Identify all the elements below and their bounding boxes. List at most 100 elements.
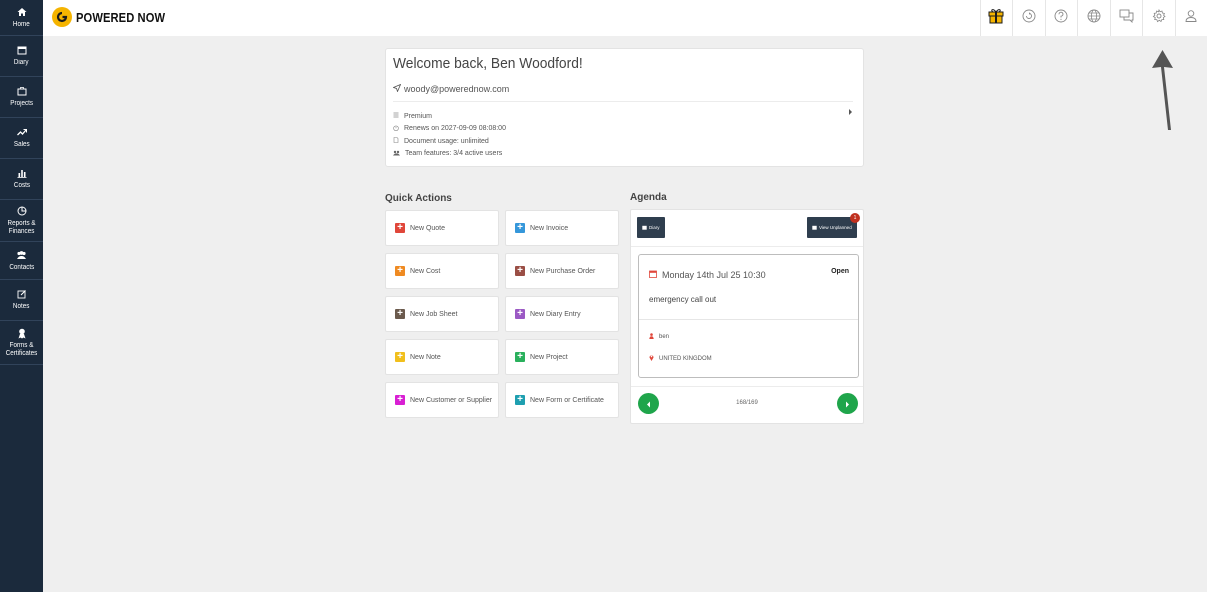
- renewal-row: Renews on 2027-09-09 08:08:00: [393, 123, 506, 136]
- topbar: POWERED NOW: [43, 0, 1207, 36]
- renewal-date: Renews on 2027-09-09 08:08:00: [404, 125, 506, 133]
- plan-name: Premium: [404, 112, 433, 120]
- brand[interactable]: POWERED NOW: [52, 7, 180, 27]
- help-button[interactable]: [1044, 0, 1078, 36]
- plus-icon: +: [395, 223, 405, 233]
- document-usage-row: Document usage: unlimited: [393, 135, 506, 148]
- map-pin-icon: [649, 354, 659, 363]
- welcome-title: Welcome back, Ben Woodford!: [393, 55, 583, 72]
- event-location-row: UNITED KINGDOM: [649, 354, 712, 363]
- new-job-sheet-button[interactable]: + New Job Sheet: [385, 296, 499, 332]
- users-icon: [16, 250, 27, 262]
- new-form-or-certificate-button[interactable]: + New Form or Certificate: [505, 382, 619, 418]
- refresh-button[interactable]: [1012, 0, 1045, 36]
- sidebar-item-label: Sales: [13, 141, 30, 148]
- sidebar-item-label: Contacts: [9, 263, 34, 271]
- list-icon: [393, 112, 404, 120]
- person-icon: [649, 333, 659, 341]
- send-icon: [392, 83, 404, 94]
- home-icon: [17, 7, 27, 19]
- topbar-actions: [979, 0, 1207, 36]
- sidebar: Home Diary Projects Sales Costs Reports …: [0, 0, 43, 592]
- event-person: ben: [659, 334, 670, 340]
- quick-action-label: New Quote: [410, 224, 446, 232]
- sidebar-item-contacts[interactable]: Contacts: [0, 242, 43, 280]
- new-customer-or-supplier-button[interactable]: + New Customer or Supplier: [385, 382, 499, 418]
- subscription-info: Premium Renews on 2027-09-09 08:08:00 Do…: [393, 110, 506, 160]
- chevron-right-icon: [845, 395, 850, 413]
- sidebar-item-forms-certificates[interactable]: Forms & Certificates: [0, 321, 43, 365]
- arrow-up-icon: [1150, 44, 1178, 139]
- agenda-footer-divider: [631, 386, 863, 387]
- sidebar-item-costs[interactable]: Costs: [0, 159, 43, 200]
- language-button[interactable]: [1077, 0, 1110, 36]
- new-diary-entry-button[interactable]: + New Diary Entry: [505, 296, 619, 332]
- new-invoice-button[interactable]: + New Invoice: [505, 210, 619, 246]
- welcome-divider: [393, 101, 853, 102]
- sidebar-item-label: Forms & Certificates: [5, 341, 38, 357]
- event-status: Open: [831, 268, 849, 275]
- agenda-card: Diary View Unplanned 1 Monday 14th Jul 2…: [630, 209, 864, 424]
- unplanned-count-badge: 1: [850, 213, 860, 223]
- user-icon: [1184, 9, 1198, 28]
- document-usage: Document usage: unlimited: [404, 137, 489, 145]
- timer-icon: [393, 125, 404, 133]
- user-button[interactable]: [1174, 0, 1207, 36]
- sidebar-item-projects[interactable]: Projects: [0, 77, 43, 118]
- view-unplanned-label: View Unplanned: [819, 225, 852, 230]
- quick-action-label: New Purchase Order: [530, 267, 596, 275]
- event-date: Monday 14th Jul 25 10:30: [662, 270, 766, 280]
- calendar-icon: [649, 270, 662, 280]
- gift-icon: [988, 7, 1004, 29]
- sidebar-item-label: Home: [13, 20, 30, 28]
- sidebar-item-label: Diary: [14, 59, 29, 66]
- calendar-icon: [642, 225, 649, 231]
- help-icon: [1054, 9, 1068, 28]
- agenda-divider: [631, 246, 863, 247]
- diary-button[interactable]: Diary: [637, 217, 665, 238]
- new-project-button[interactable]: + New Project: [505, 339, 619, 375]
- next-event-button[interactable]: [837, 393, 858, 414]
- view-unplanned-button[interactable]: View Unplanned: [807, 217, 857, 238]
- account-email: woody@powerednow.com: [404, 84, 510, 94]
- quick-action-label: New Note: [410, 353, 441, 361]
- new-quote-button[interactable]: + New Quote: [385, 210, 499, 246]
- sidebar-item-label: Costs: [13, 182, 30, 189]
- sidebar-item-label: Notes: [13, 303, 30, 310]
- quick-action-label: New Job Sheet: [410, 310, 458, 318]
- sidebar-item-diary[interactable]: Diary: [0, 36, 43, 77]
- chevron-right-icon[interactable]: [848, 103, 853, 121]
- sidebar-item-notes[interactable]: Notes: [0, 280, 43, 321]
- quick-action-label: New Cost: [410, 267, 441, 275]
- gift-button[interactable]: [979, 0, 1013, 36]
- pie-chart-icon: [17, 206, 27, 218]
- gear-icon: [1152, 8, 1166, 28]
- quick-action-label: New Project: [530, 353, 568, 361]
- diary-button-label: Diary: [649, 225, 660, 230]
- new-note-button[interactable]: + New Note: [385, 339, 499, 375]
- settings-button[interactable]: [1142, 0, 1175, 36]
- plus-icon: +: [515, 309, 525, 319]
- agenda-event-card[interactable]: Monday 14th Jul 25 10:30 Open emergency …: [638, 254, 859, 378]
- briefcase-icon: [17, 86, 27, 98]
- plus-icon: +: [395, 266, 405, 276]
- event-title: emergency call out: [649, 295, 717, 304]
- bar-chart-icon: [17, 168, 27, 180]
- event-date-row: Monday 14th Jul 25 10:30: [649, 270, 766, 280]
- chat-button[interactable]: [1109, 0, 1143, 36]
- sidebar-item-label: Projects: [10, 100, 33, 107]
- quick-actions-title: Quick Actions: [385, 193, 452, 204]
- team-icon: [393, 150, 405, 158]
- sidebar-item-home[interactable]: Home: [0, 0, 43, 36]
- new-cost-button[interactable]: + New Cost: [385, 253, 499, 289]
- new-purchase-order-button[interactable]: + New Purchase Order: [505, 253, 619, 289]
- brand-name: POWERED NOW: [76, 9, 166, 25]
- team-features: Team features: 3/4 active users: [405, 150, 503, 158]
- agenda-title: Agenda: [630, 192, 667, 203]
- certificate-icon: [17, 328, 27, 340]
- plus-icon: +: [395, 309, 405, 319]
- quick-action-label: New Diary Entry: [530, 310, 581, 318]
- sidebar-item-reports-finances[interactable]: Reports & Finances: [0, 200, 43, 242]
- plus-icon: +: [515, 395, 525, 405]
- sidebar-item-sales[interactable]: Sales: [0, 118, 43, 159]
